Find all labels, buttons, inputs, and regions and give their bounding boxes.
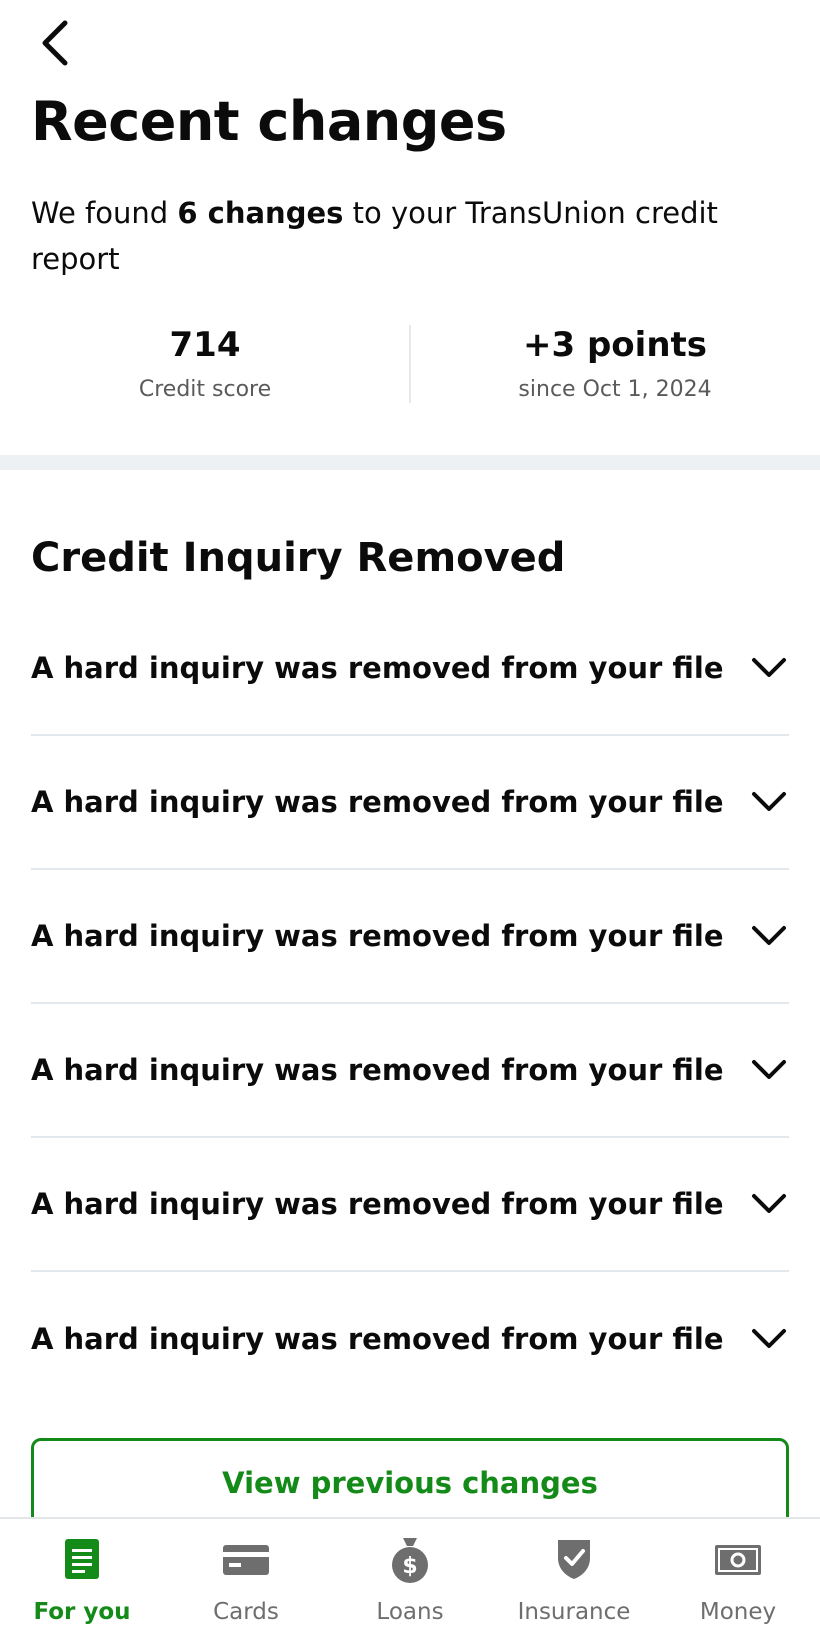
score-change-stat: +3 points since Oct 1, 2024 bbox=[410, 325, 820, 405]
tab-label: Money bbox=[699, 1599, 777, 1625]
list-item[interactable]: A hard inquiry was removed from your fil… bbox=[31, 736, 789, 870]
tab-money[interactable]: Money bbox=[656, 1519, 820, 1637]
chevron-down-icon bbox=[749, 916, 789, 956]
stats-divider bbox=[409, 325, 411, 403]
summary-text: We found 6 changes to your TransUnion cr… bbox=[31, 190, 751, 282]
tab-loans[interactable]: $ Loans bbox=[328, 1519, 492, 1637]
score-change-label: since Oct 1, 2024 bbox=[518, 377, 712, 402]
score-change-value: +3 points bbox=[522, 325, 708, 365]
credit-card-icon bbox=[218, 1531, 274, 1587]
list-item-label: A hard inquiry was removed from your fil… bbox=[31, 651, 724, 685]
list-item[interactable]: A hard inquiry was removed from your fil… bbox=[31, 602, 789, 736]
chevron-down-icon bbox=[749, 782, 789, 822]
list-item-label: A hard inquiry was removed from your fil… bbox=[31, 1187, 724, 1221]
list-item-label: A hard inquiry was removed from your fil… bbox=[31, 919, 724, 953]
section-title: Credit Inquiry Removed bbox=[31, 535, 566, 581]
money-bag-icon: $ bbox=[382, 1531, 438, 1587]
list-item[interactable]: A hard inquiry was removed from your fil… bbox=[31, 1272, 789, 1406]
tab-label: Loans bbox=[376, 1599, 444, 1625]
list-item[interactable]: A hard inquiry was removed from your fil… bbox=[31, 1138, 789, 1272]
chevron-down-icon bbox=[749, 648, 789, 688]
chevron-left-icon bbox=[42, 20, 68, 66]
chevron-down-icon bbox=[749, 1319, 789, 1359]
summary-prefix: We found bbox=[31, 196, 178, 230]
tab-insurance[interactable]: Insurance bbox=[492, 1519, 656, 1637]
banknote-icon bbox=[710, 1531, 766, 1587]
tab-label: For you bbox=[33, 1599, 131, 1625]
tab-cards[interactable]: Cards bbox=[164, 1519, 328, 1637]
bottom-tab-bar: For you Cards $ Loans Insurance Money bbox=[0, 1517, 820, 1637]
summary-change-count: 6 changes bbox=[177, 196, 344, 230]
list-item[interactable]: A hard inquiry was removed from your fil… bbox=[31, 1004, 789, 1138]
section-separator bbox=[0, 455, 820, 470]
list-item[interactable]: A hard inquiry was removed from your fil… bbox=[31, 870, 789, 1004]
list-item-label: A hard inquiry was removed from your fil… bbox=[31, 1322, 724, 1356]
tab-label: Insurance bbox=[517, 1599, 631, 1625]
score-stats: 714 Credit score +3 points since Oct 1, … bbox=[0, 325, 820, 405]
tab-label: Cards bbox=[213, 1599, 279, 1625]
list-item-label: A hard inquiry was removed from your fil… bbox=[31, 785, 724, 819]
credit-score-stat: 714 Credit score bbox=[0, 325, 410, 405]
shield-check-icon bbox=[546, 1531, 602, 1587]
changes-list: A hard inquiry was removed from your fil… bbox=[31, 602, 789, 1406]
back-button[interactable] bbox=[34, 18, 74, 68]
page-title: Recent changes bbox=[31, 90, 507, 153]
list-item-label: A hard inquiry was removed from your fil… bbox=[31, 1053, 724, 1087]
chevron-down-icon bbox=[749, 1184, 789, 1224]
chevron-down-icon bbox=[749, 1050, 789, 1090]
credit-score-label: Credit score bbox=[138, 377, 272, 402]
tab-for-you[interactable]: For you bbox=[0, 1519, 164, 1637]
credit-score-value: 714 bbox=[169, 325, 241, 365]
document-icon bbox=[54, 1531, 110, 1587]
view-previous-changes-button[interactable]: View previous changes bbox=[31, 1438, 789, 1528]
svg-text:$: $ bbox=[402, 1554, 417, 1579]
